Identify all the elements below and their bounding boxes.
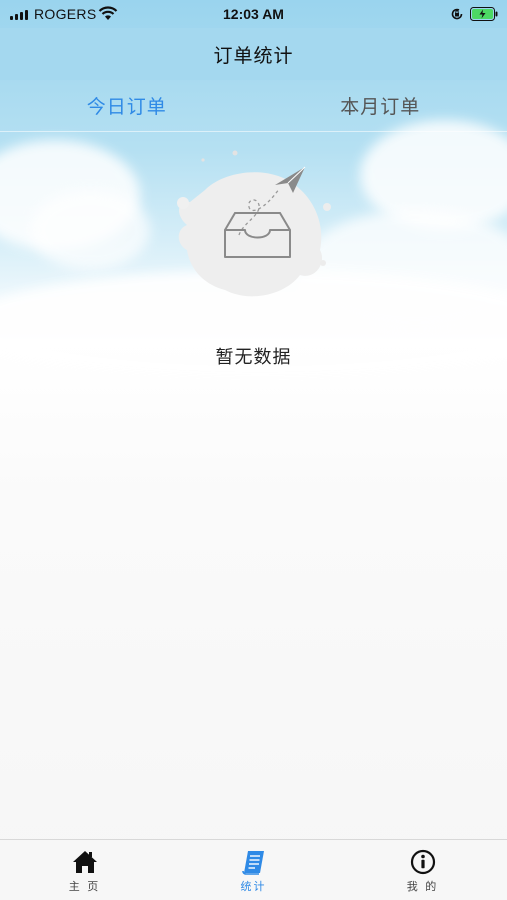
tabbar-label: 我 的 bbox=[406, 880, 439, 893]
order-period-tabs: 今日订单 本月订单 bbox=[0, 80, 507, 132]
cloud-decoration bbox=[30, 190, 150, 270]
tabbar-item-stats[interactable]: 统计 bbox=[169, 840, 338, 900]
tabbar-label: 主 页 bbox=[68, 880, 101, 893]
bottom-tab-bar: 主 页 统计 我 的 bbox=[0, 839, 507, 900]
app-screen: ROGERS 12:03 AM 订单统计 今日订单 本月订单 暂无数据 主 页 … bbox=[0, 0, 507, 900]
info-icon bbox=[410, 849, 435, 875]
battery-icon bbox=[470, 7, 498, 21]
status-time: 12:03 AM bbox=[223, 6, 284, 22]
navigation-bar: 订单统计 bbox=[0, 28, 507, 80]
tab-today-orders[interactable]: 今日订单 bbox=[0, 80, 254, 131]
tabbar-label: 统计 bbox=[240, 880, 267, 893]
tabbar-item-home[interactable]: 主 页 bbox=[0, 840, 169, 900]
status-bar: ROGERS 12:03 AM bbox=[0, 0, 507, 28]
tabbar-item-mine[interactable]: 我 的 bbox=[338, 840, 507, 900]
home-icon bbox=[72, 851, 97, 873]
rotation-lock-icon bbox=[451, 8, 463, 20]
empty-state-message: 暂无数据 bbox=[215, 347, 292, 368]
stats-icon bbox=[241, 851, 264, 875]
tab-month-orders[interactable]: 本月订单 bbox=[254, 80, 507, 131]
empty-inbox-icon bbox=[177, 150, 331, 297]
page-title: 订单统计 bbox=[213, 44, 294, 67]
